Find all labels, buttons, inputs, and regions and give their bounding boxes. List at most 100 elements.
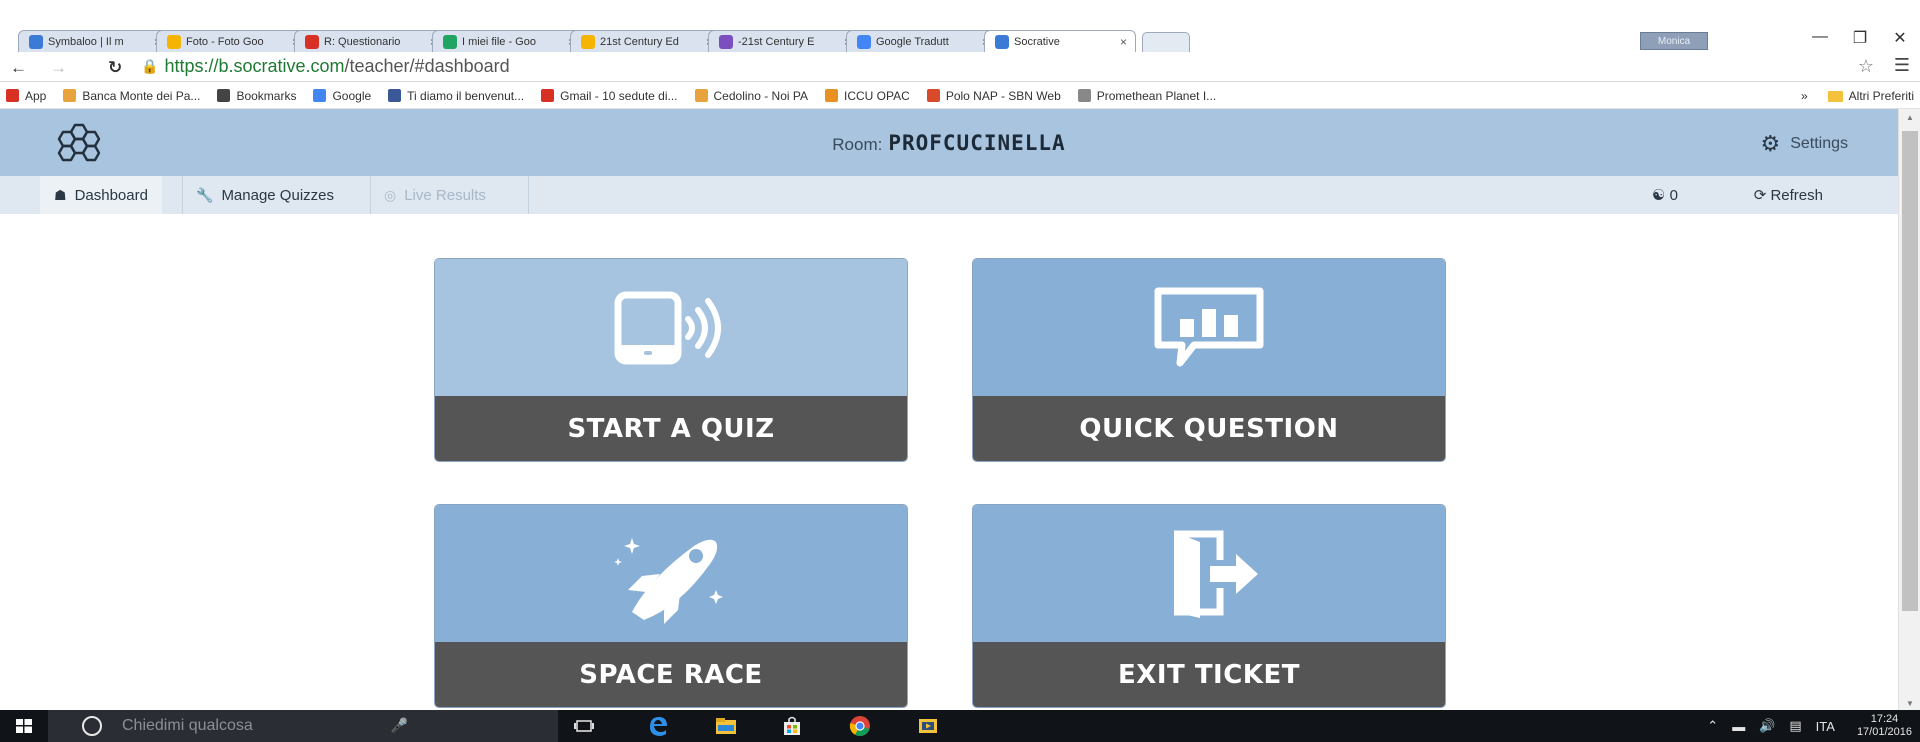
url-input[interactable]: 🔒 https://b.socrative.com/teacher/#dashb… [141, 55, 1781, 78]
bookmark-label: Banca Monte dei Pa... [82, 88, 201, 103]
start-quiz-tile[interactable]: START A QUIZ [435, 259, 907, 461]
bookmark-item[interactable]: App [6, 89, 46, 103]
task-view-icon[interactable] [572, 714, 596, 738]
exit-ticket-tile[interactable]: EXIT TICKET [973, 505, 1445, 707]
address-bar: ← → ↻ 🔒 https://b.socrative.com/teacher/… [0, 52, 1920, 82]
tab-label: Google Tradutt [876, 35, 949, 48]
bookmark-label: Promethean Planet I... [1096, 88, 1217, 103]
facebook-icon [388, 89, 402, 102]
home-icon: ☗ [54, 186, 67, 203]
bookmark-star-icon[interactable]: ☆ [1858, 56, 1874, 77]
store-icon[interactable] [780, 714, 804, 738]
cortana-icon [82, 716, 102, 736]
tab-manage-quizzes-label: Manage Quizzes [221, 186, 334, 204]
space-race-tile[interactable]: SPACE RACE [435, 505, 907, 707]
apps-icon [6, 89, 19, 102]
quick-question-label: QUICK QUESTION [973, 396, 1445, 461]
app-header: Room: PROFCUCINELLA ⚙ Settings [0, 109, 1898, 176]
other-bookmarks-folder[interactable]: Altri Preferiti [1849, 89, 1914, 103]
file-explorer-icon[interactable] [714, 714, 738, 738]
media-player-icon[interactable] [916, 714, 940, 738]
chevron-right-icon[interactable]: » [1801, 89, 1808, 103]
exit-door-icon [1174, 530, 1258, 618]
refresh-icon: ⟳ [1753, 187, 1767, 204]
bookmark-label: Polo NAP - SBN Web [945, 88, 1061, 103]
browser-tab[interactable]: R: Questionario× [294, 30, 446, 52]
tab-close-icon[interactable]: × [1120, 35, 1127, 49]
close-window-button[interactable]: ✕ [1880, 28, 1920, 48]
chrome-menu-icon[interactable]: ☰ [1894, 55, 1910, 76]
quick-question-tile-icon-area [973, 259, 1445, 396]
page-icon [1077, 89, 1091, 102]
new-tab-button[interactable] [1142, 32, 1190, 52]
room-indicator: Room: PROFCUCINELLA [0, 131, 1898, 155]
tab-live-results[interactable]: ◎ Live Results [370, 176, 500, 214]
bookmarks-overflow: » Altri Preferiti [1801, 89, 1914, 103]
browser-tab[interactable]: Foto - Foto Goo× [156, 30, 308, 52]
reload-icon[interactable]: ↻ [108, 58, 122, 78]
windows-start-icon[interactable] [16, 719, 32, 733]
bookmark-item[interactable]: Bookmarks [217, 89, 296, 103]
tab-label: 21st Century Ed [600, 35, 679, 48]
wrench-icon: 🔧 [196, 186, 214, 203]
refresh-button[interactable]: ⟳ Refresh [1754, 186, 1823, 204]
rocket-icon [614, 537, 723, 624]
chevron-up-icon[interactable]: ⌃ [1707, 718, 1718, 734]
browser-tab[interactable]: Symbaloo | Il m× [18, 30, 170, 52]
tab-dashboard[interactable]: ☗ Dashboard [40, 176, 162, 214]
bookmark-item[interactable]: Ti diamo il benvenut... [388, 89, 524, 103]
volume-icon[interactable]: 🔊 [1759, 718, 1775, 734]
students-icon: ☯ [1652, 187, 1666, 204]
clock-date: 17/01/2016 [1856, 726, 1912, 738]
bookmark-item[interactable]: ICCU OPAC [825, 89, 910, 103]
profile-badge[interactable]: Monica [1640, 32, 1708, 50]
browser-tab[interactable]: Google Tradutt× [846, 30, 998, 52]
chrome-icon[interactable] [848, 714, 872, 738]
bookmark-item[interactable]: Promethean Planet I... [1077, 88, 1217, 103]
forward-icon[interactable]: → [50, 58, 67, 78]
clock[interactable]: 17:24 17/01/2016 [1857, 713, 1912, 739]
bookmark-label: Cedolino - Noi PA [713, 88, 809, 103]
dashboard-main: START A QUIZ QUICK QUESTION SPACE RACE E… [0, 214, 1898, 710]
start-quiz-tile-icon-area [435, 259, 907, 396]
browser-tab[interactable]: I miei file - Goo× [432, 30, 584, 52]
search-placeholder: Chiedimi qualcosa [122, 717, 253, 734]
language-indicator[interactable]: ITA [1816, 719, 1835, 734]
student-count-value: 0 [1669, 187, 1678, 204]
polo-icon [926, 89, 940, 102]
bank-icon [63, 89, 77, 102]
browser-tab[interactable]: -21st Century E× [708, 30, 860, 52]
scrollbar-thumb[interactable] [1902, 131, 1918, 611]
bookmark-item[interactable]: Gmail - 10 sedute di... [541, 89, 678, 103]
bookmark-item[interactable]: Cedolino - Noi PA [694, 88, 809, 103]
minimize-button[interactable]: — [1800, 28, 1840, 46]
system-tray: ⌃ ▬ 🔊 ▤ ITA 17:24 17/01/2016 [1693, 710, 1912, 742]
browser-tab[interactable]: 21st Century Ed× [570, 30, 722, 52]
tab-manage-quizzes[interactable]: 🔧 Manage Quizzes [182, 176, 348, 214]
page-scrollbar[interactable]: ▲ ▼ [1898, 109, 1920, 710]
scroll-down-icon[interactable]: ▼ [1899, 699, 1920, 708]
tab-label: Foto - Foto Goo [186, 35, 264, 48]
notifications-icon[interactable]: ▤ [1789, 718, 1801, 734]
microphone-icon[interactable]: 🎤 [391, 717, 408, 734]
exit-ticket-label: EXIT TICKET [973, 642, 1445, 707]
tab-favicon-icon [995, 34, 1009, 49]
edge-browser-icon[interactable] [646, 714, 670, 738]
settings-button[interactable]: ⚙ Settings [1760, 131, 1848, 157]
lock-icon: 🔒 [141, 58, 159, 74]
browser-tab[interactable]: Socrative × [984, 30, 1136, 52]
bookmark-item[interactable]: Banca Monte dei Pa... [63, 89, 200, 103]
restore-button[interactable]: ❐ [1840, 28, 1880, 48]
cortana-search-input[interactable]: Chiedimi qualcosa 🎤 [48, 710, 558, 742]
quick-question-tile[interactable]: QUICK QUESTION [973, 259, 1445, 461]
back-icon[interactable]: ← [10, 58, 27, 78]
network-icon[interactable]: ▬ [1732, 719, 1745, 734]
scroll-up-icon[interactable]: ▲ [1899, 113, 1920, 122]
target-icon: ◎ [384, 186, 397, 203]
student-count: ☯ 0 [1652, 186, 1678, 204]
bookmark-item[interactable]: Google [313, 89, 371, 103]
bookmark-label: Ti diamo il benvenut... [407, 88, 525, 103]
exit-ticket-tile-icon-area [973, 505, 1445, 642]
tab-live-results-label: Live Results [404, 186, 486, 204]
bookmark-item[interactable]: Polo NAP - SBN Web [926, 88, 1061, 103]
